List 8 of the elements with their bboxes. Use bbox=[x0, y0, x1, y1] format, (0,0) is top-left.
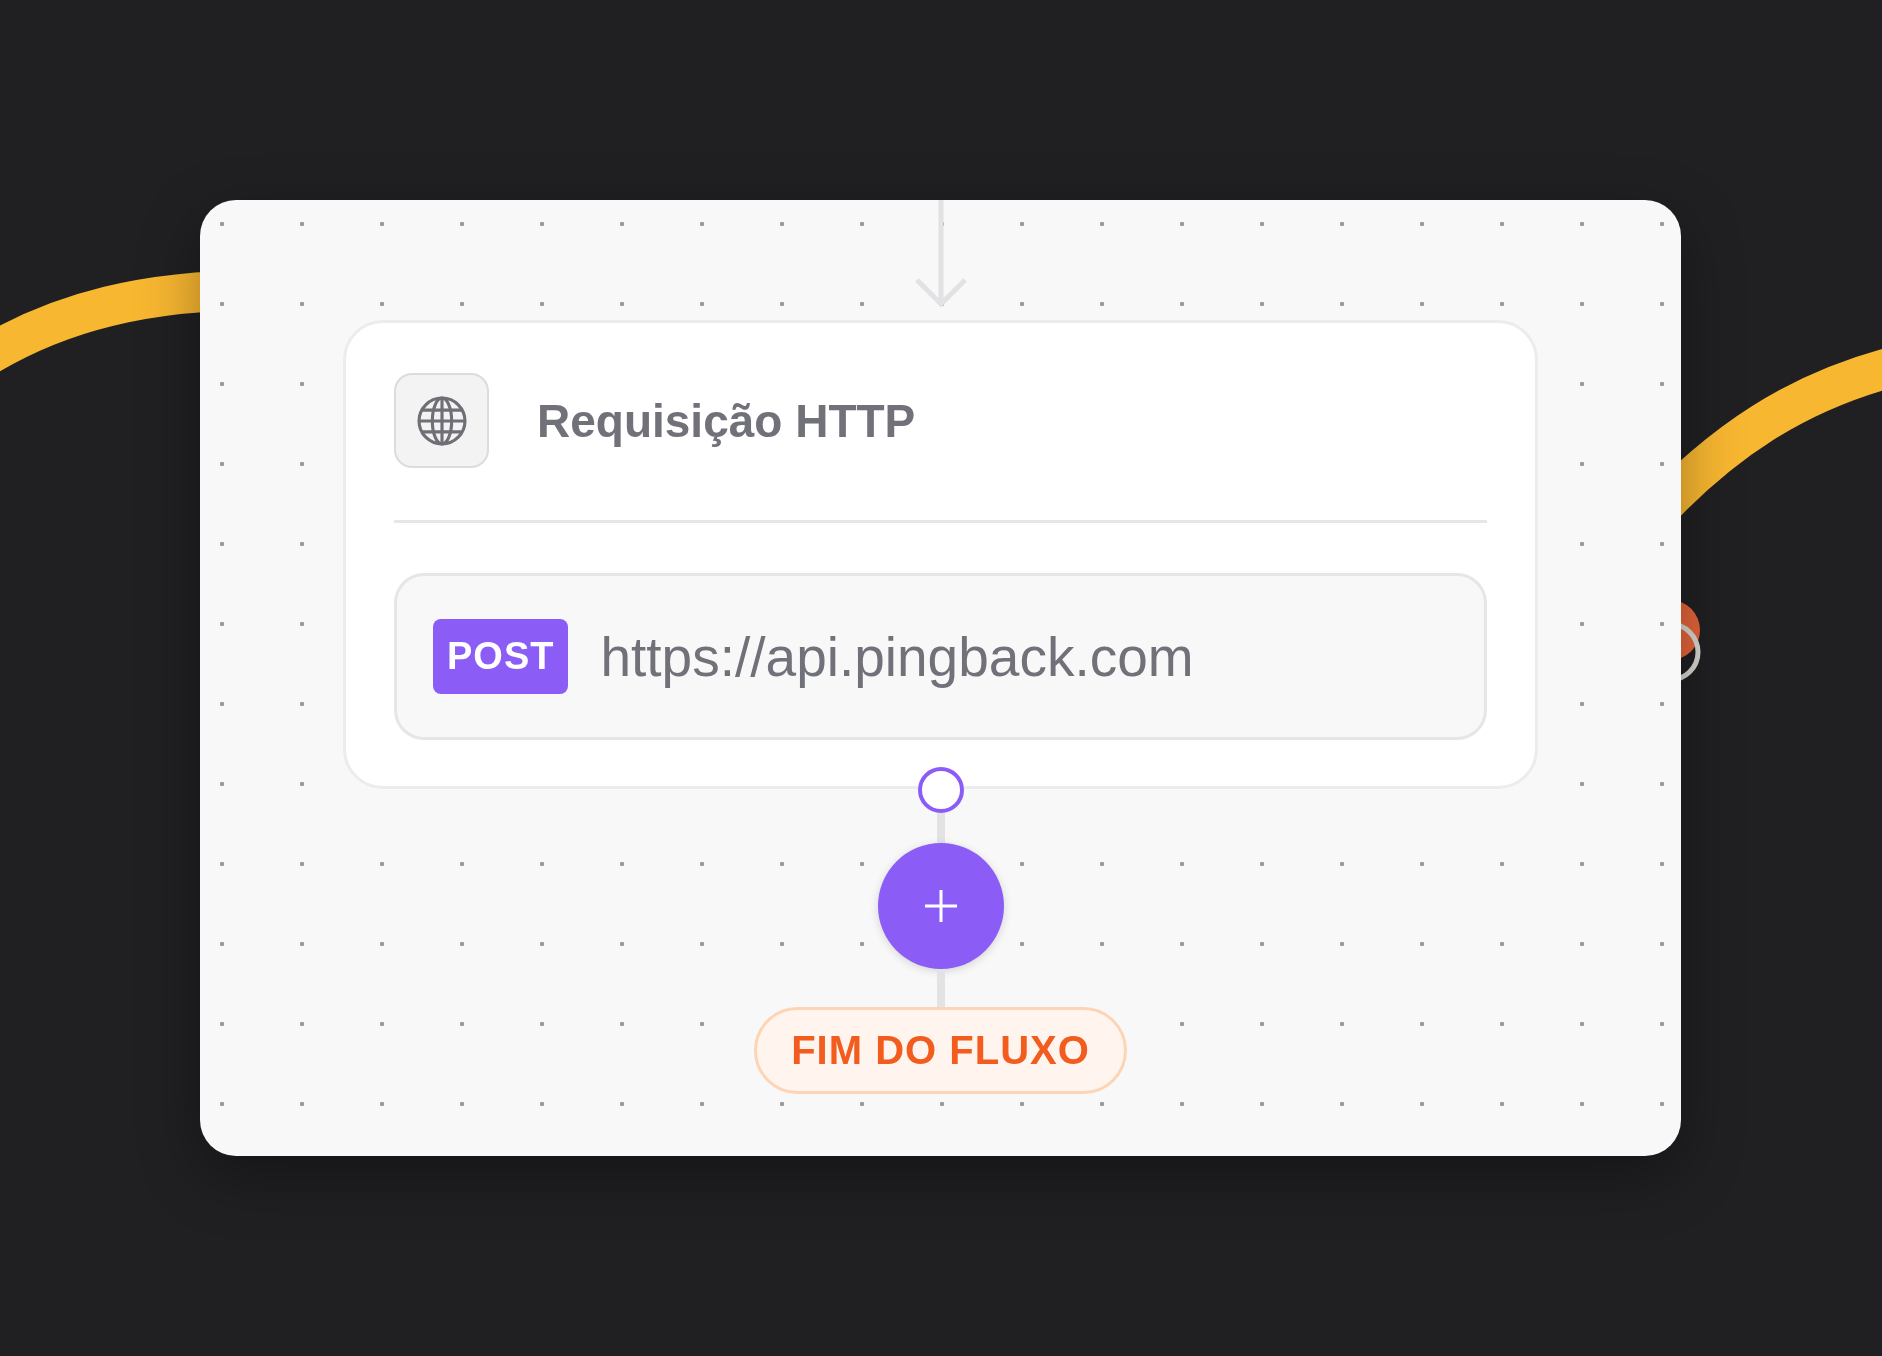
node-card[interactable]: Requisição HTTP POST https://api.pingback.com bbox=[343, 320, 1538, 789]
end-label: FIM DO FLUXO bbox=[754, 1007, 1127, 1094]
globe-icon bbox=[394, 373, 489, 468]
url-field[interactable]: POST https://api.pingback.com bbox=[394, 573, 1487, 740]
method-badge: POST bbox=[433, 619, 569, 694]
node-title: Requisição HTTP bbox=[537, 393, 916, 448]
url-text: https://api.pingback.com bbox=[600, 624, 1194, 689]
plus-icon bbox=[922, 888, 959, 924]
